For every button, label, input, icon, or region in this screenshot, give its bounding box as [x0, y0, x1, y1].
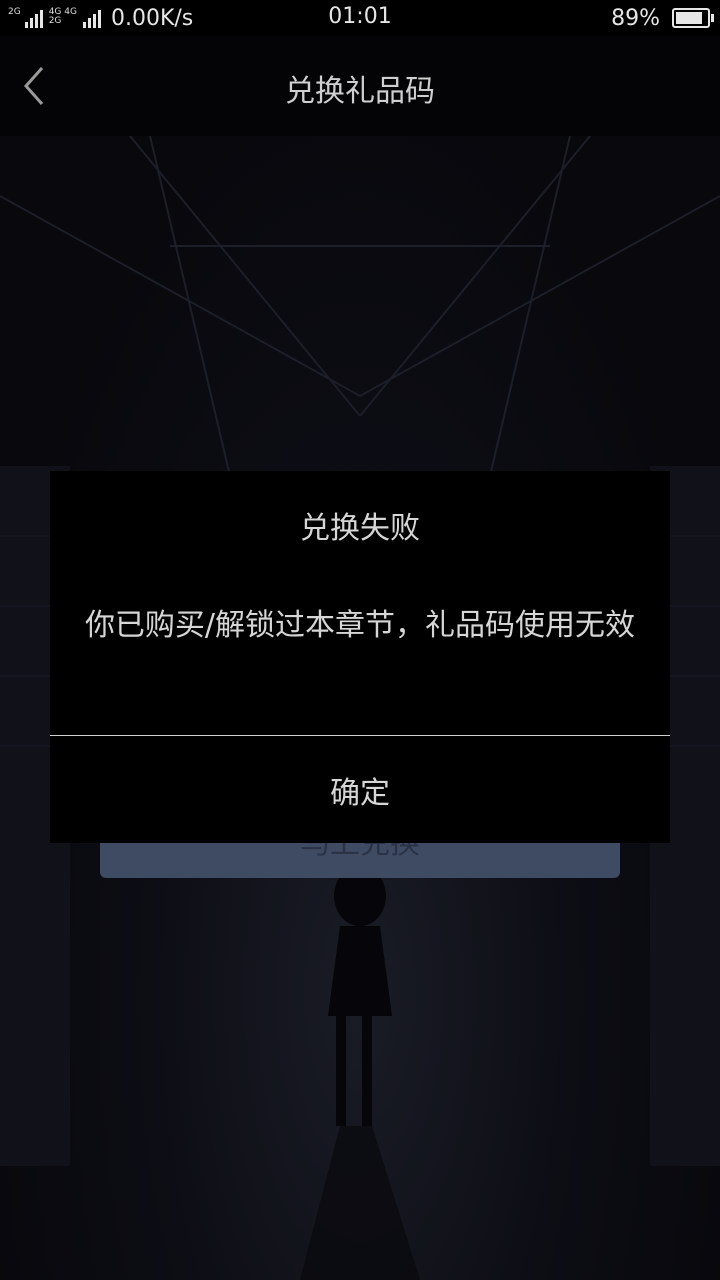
status-right: 89% [611, 4, 714, 32]
header: 兑换礼品码 [0, 36, 720, 136]
dialog-title: 兑换失败 [300, 511, 420, 546]
battery-percent: 89% [611, 5, 660, 31]
dialog-message: 你已购买/解锁过本章节，礼品码使用无效 [84, 608, 636, 643]
screen: 2G 4G 4G 2G 0.00K/s 01:01 89% 兑换礼品码 马上兑换… [0, 0, 720, 1280]
confirm-button[interactable]: 确定 [50, 736, 670, 843]
page-title: 兑换礼品码 [285, 74, 435, 109]
error-dialog: 兑换失败 你已购买/解锁过本章节，礼品码使用无效 确定 [50, 471, 670, 843]
battery-icon [672, 8, 714, 28]
status-bar: 2G 4G 4G 2G 0.00K/s 01:01 89% [0, 0, 720, 36]
